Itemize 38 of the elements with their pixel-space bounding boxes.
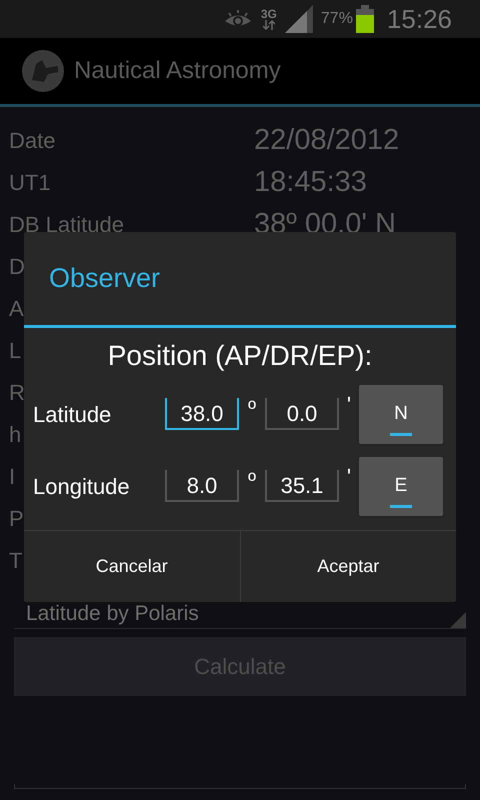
degree-sign: º (246, 467, 258, 495)
dialog-heading: Position (AP/DR/EP): (106, 340, 374, 372)
signal-icon (284, 5, 313, 33)
dialog-button[interactable]: Aceptar (240, 531, 456, 602)
degree-sign: º (246, 395, 258, 423)
clock: 15:26 (386, 2, 452, 36)
field-label: L (9, 338, 22, 362)
field-label: Date (9, 128, 56, 154)
number-field[interactable]: 0.0 (265, 398, 339, 430)
field-label: h (9, 422, 22, 446)
hemisphere-toggle[interactable]: E (359, 456, 443, 516)
field-label: Longitude (33, 472, 131, 501)
field-label: R (9, 380, 25, 404)
dialog-title: Observer (49, 262, 160, 296)
field-value: 18:45:33 (254, 165, 368, 200)
field-label: UT1 (9, 170, 51, 196)
field-label: P (9, 506, 24, 530)
data-arrows-icon (262, 20, 275, 30)
hemisphere-toggle[interactable]: N (359, 384, 443, 444)
number-field[interactable]: 38.0 (165, 398, 239, 430)
minute-sign: ' (346, 463, 352, 491)
field-label: DB Latitude (9, 212, 124, 238)
number-field[interactable]: 8.0 (165, 470, 239, 502)
app-title: Nautical Astronomy (74, 56, 281, 86)
field-label: Latitude (33, 400, 112, 428)
app-logo-icon (22, 50, 64, 92)
network-type: 3G (260, 8, 277, 20)
field-label: D (9, 254, 25, 278)
field-value: 22/08/2012 (254, 123, 400, 158)
field-label: T (9, 548, 22, 572)
text-input-field[interactable] (14, 784, 466, 789)
number-field[interactable]: 35.1 (265, 470, 339, 502)
dropdown-corner-icon (450, 612, 466, 628)
minute-sign: ' (346, 391, 352, 419)
field-label: I (9, 464, 16, 488)
battery-icon (354, 5, 375, 33)
battery-percent: 77% (320, 9, 353, 29)
field-label: A (9, 296, 24, 320)
